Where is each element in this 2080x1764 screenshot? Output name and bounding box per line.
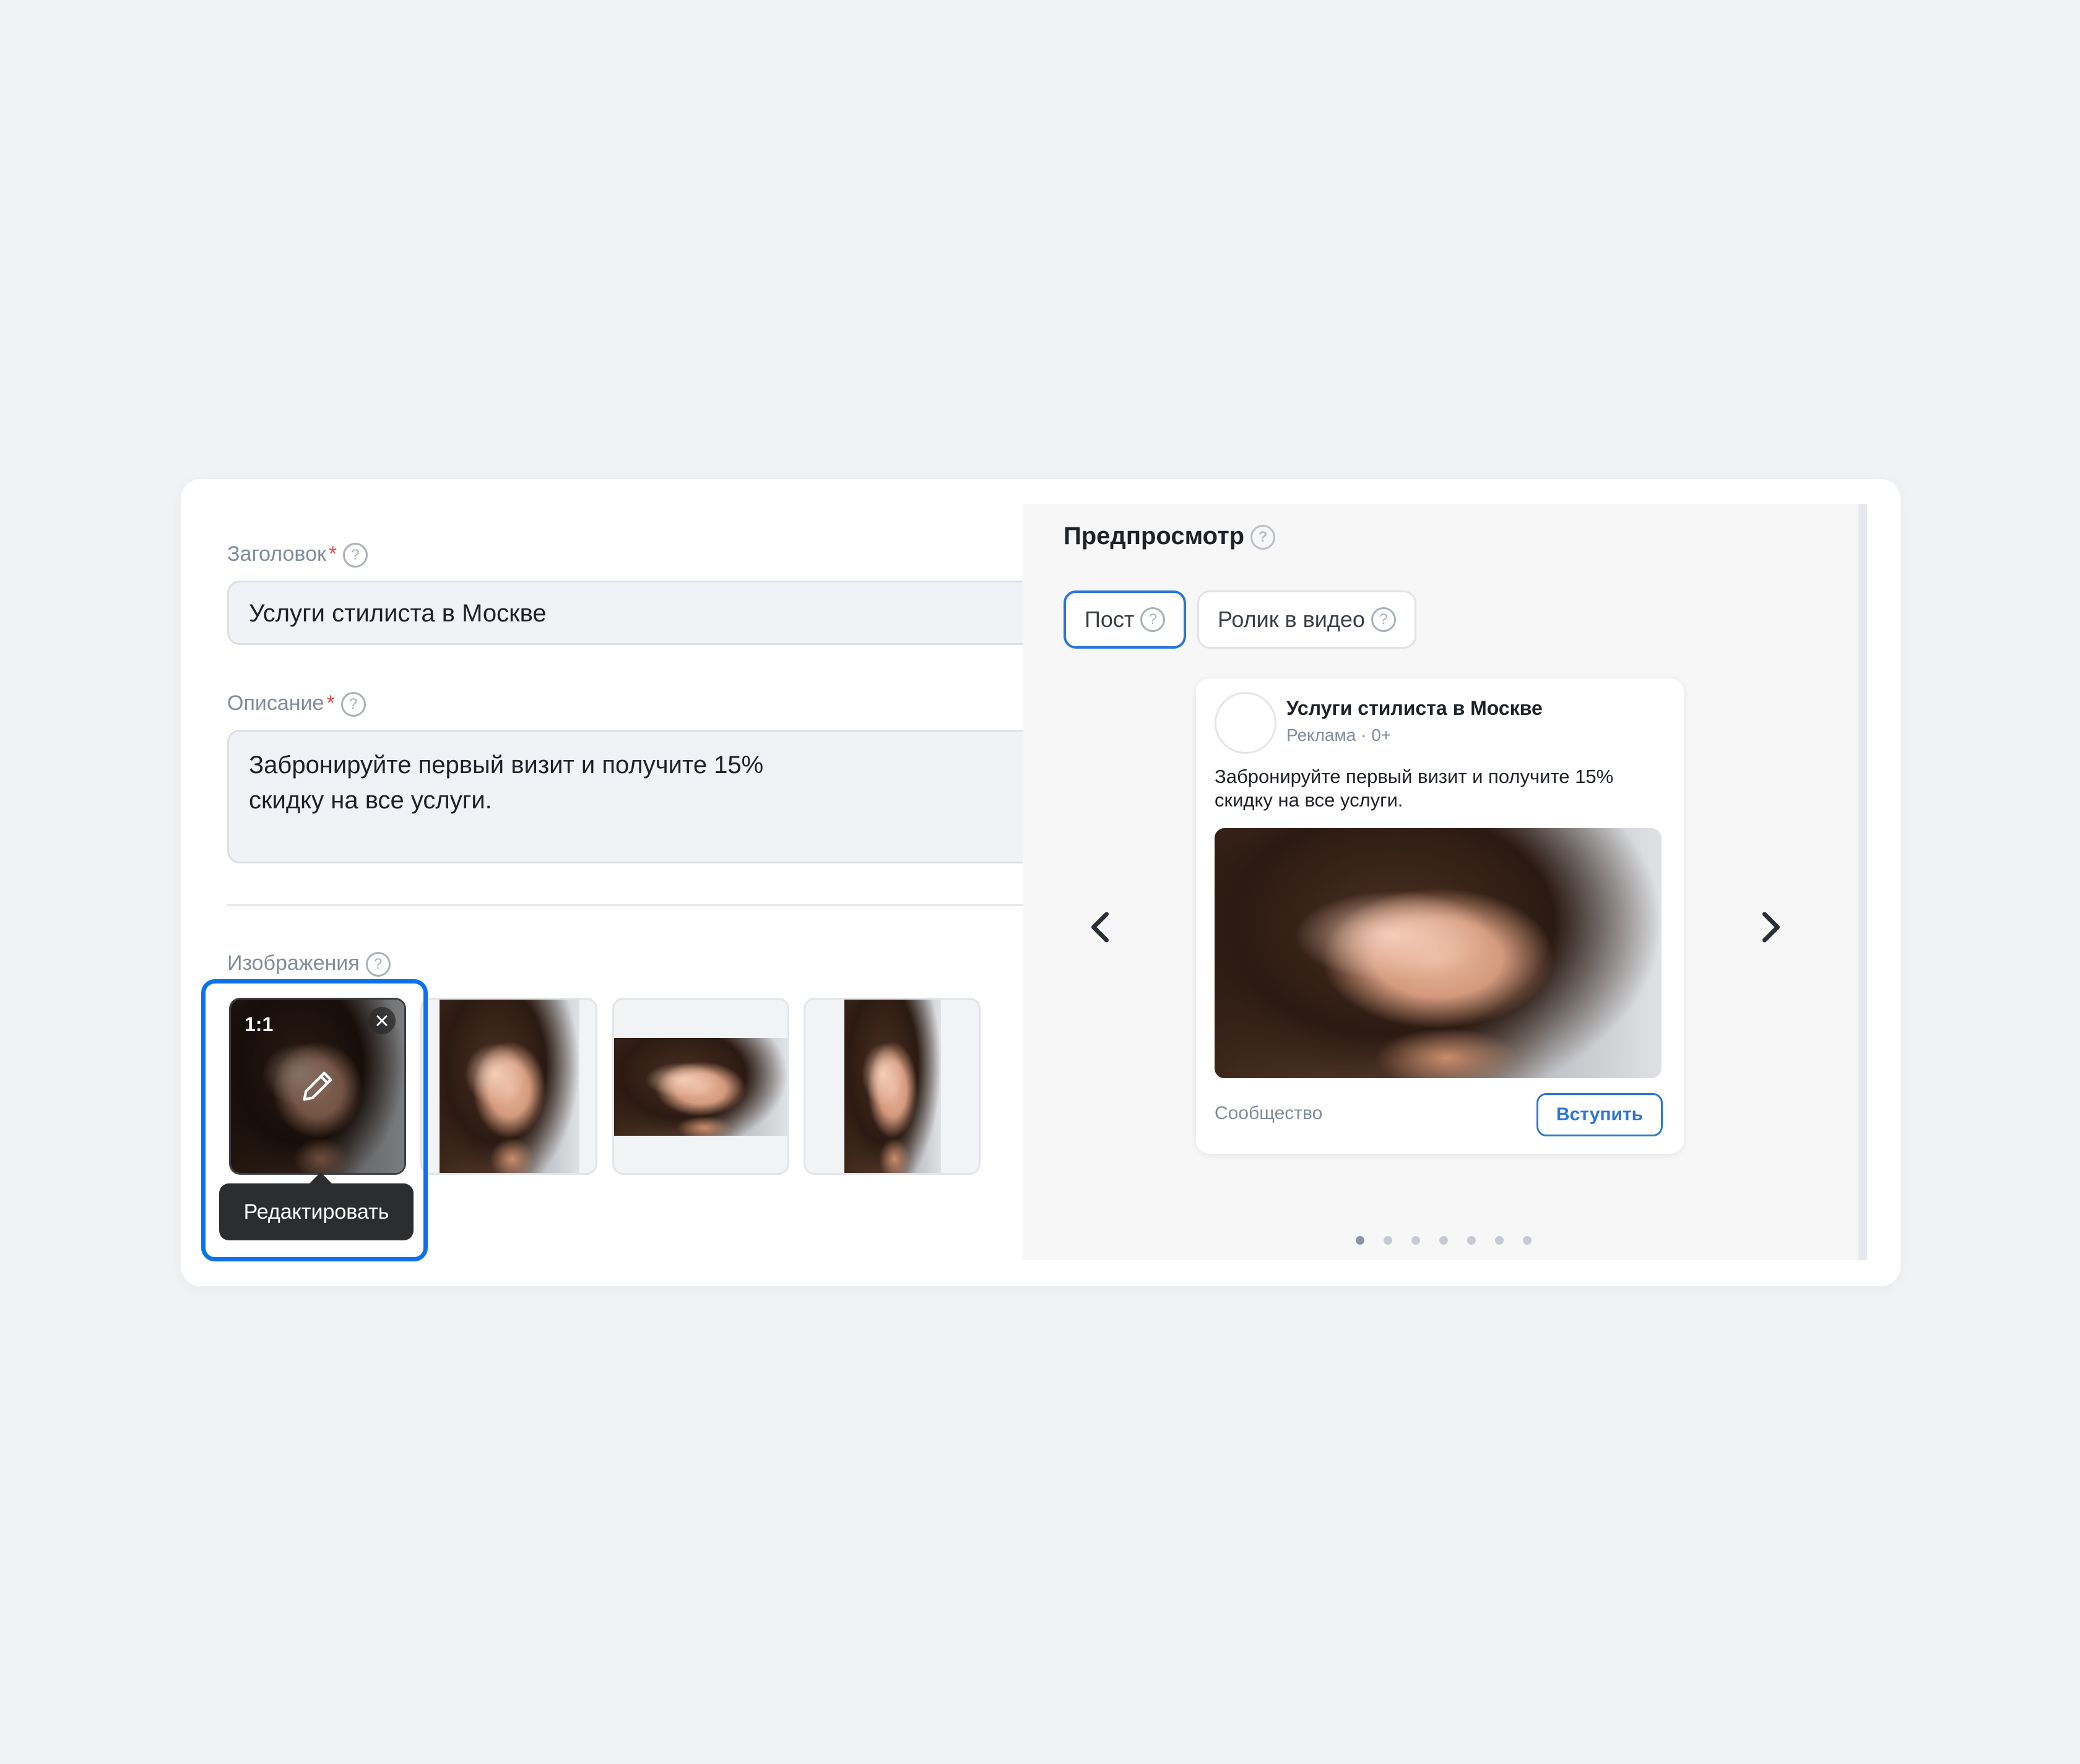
preview-title-text: Предпросмотр: [1064, 522, 1245, 550]
description-textarea[interactable]: Забронируйте первый визит и получите 15%…: [227, 730, 1162, 863]
images-label: Изображения?: [227, 951, 391, 977]
image-thumbnail[interactable]: [804, 998, 981, 1175]
tab-label: Пост: [1085, 607, 1135, 632]
pagination-dot[interactable]: [1495, 1236, 1504, 1245]
title-label: Заголовок *?: [227, 542, 368, 568]
pagination-dot[interactable]: [1356, 1236, 1364, 1245]
community-label: Сообщество: [1215, 1103, 1323, 1123]
required-mark: *: [326, 691, 335, 715]
scrollbar[interactable]: [1858, 504, 1867, 1260]
pagination-dots[interactable]: [1356, 1236, 1554, 1248]
title-input-value[interactable]: Услуги стилиста в Москве: [249, 600, 547, 628]
pagination-dot[interactable]: [1411, 1236, 1420, 1245]
prev-slide-button[interactable]: [1087, 910, 1113, 948]
pagination-dot[interactable]: [1384, 1236, 1392, 1245]
required-mark: *: [328, 542, 337, 566]
preview-title: Предпросмотр?: [1064, 522, 1276, 550]
post-text-line: Забронируйте первый визит и получите 15%: [1215, 766, 1614, 787]
vertical-image: [844, 1000, 941, 1173]
join-button[interactable]: Вступить: [1536, 1093, 1663, 1136]
post-text: Забронируйте первый визит и получите 15%…: [1215, 765, 1613, 812]
tab-video[interactable]: Ролик в видео?: [1197, 590, 1416, 649]
description-line: Забронируйте первый визит и получите 15%: [249, 751, 764, 779]
title-input[interactable]: Услуги стилиста в Москве: [227, 581, 1162, 645]
tab-label: Ролик в видео: [1218, 607, 1365, 632]
portrait-image: [440, 1000, 579, 1173]
preview-panel: Предпросмотр? Пост? Ролик в видео? Услуг…: [1023, 504, 1867, 1260]
post-text-line: скидку на все услуги.: [1215, 789, 1403, 811]
help-icon[interactable]: ?: [1371, 607, 1396, 632]
chevron-left-icon: [1091, 912, 1109, 943]
title-label-text: Заголовок: [227, 542, 326, 566]
selection-highlight: [201, 979, 428, 1261]
next-slide-button[interactable]: [1758, 910, 1784, 948]
pagination-dot[interactable]: [1439, 1236, 1448, 1245]
post-preview-card: Услуги стилиста в Москве Реклама · 0+ За…: [1196, 678, 1684, 1154]
description-label-text: Описание: [227, 691, 324, 715]
ad-editor-card: Заголовок*? 24 / 40 Услуги стилиста в Мо…: [181, 479, 1900, 1286]
description-text[interactable]: Забронируйте первый визит и получите 15%…: [249, 748, 763, 818]
image-thumbnail[interactable]: [420, 998, 597, 1175]
chevron-right-icon: [1762, 912, 1780, 943]
post-author-name: Услуги стилиста в Москве: [1286, 697, 1543, 719]
help-icon[interactable]: ?: [365, 952, 391, 977]
help-icon[interactable]: ?: [1140, 607, 1166, 632]
avatar: [1215, 692, 1276, 754]
image-thumbnail[interactable]: [612, 998, 789, 1175]
help-icon[interactable]: ?: [343, 543, 368, 568]
post-image: [1215, 828, 1662, 1078]
description-label: Описание *?: [227, 691, 366, 717]
pagination-dot[interactable]: [1467, 1236, 1476, 1245]
images-label-text: Изображения: [227, 951, 360, 975]
landscape-image: [614, 1038, 787, 1136]
help-icon[interactable]: ?: [1250, 525, 1276, 550]
post-meta: Реклама · 0+: [1286, 725, 1392, 745]
tab-post[interactable]: Пост?: [1064, 590, 1187, 649]
description-line: скидку на все услуги.: [249, 787, 492, 814]
divider: [227, 904, 1162, 906]
pagination-dot[interactable]: [1523, 1236, 1532, 1245]
help-icon[interactable]: ?: [340, 692, 366, 717]
